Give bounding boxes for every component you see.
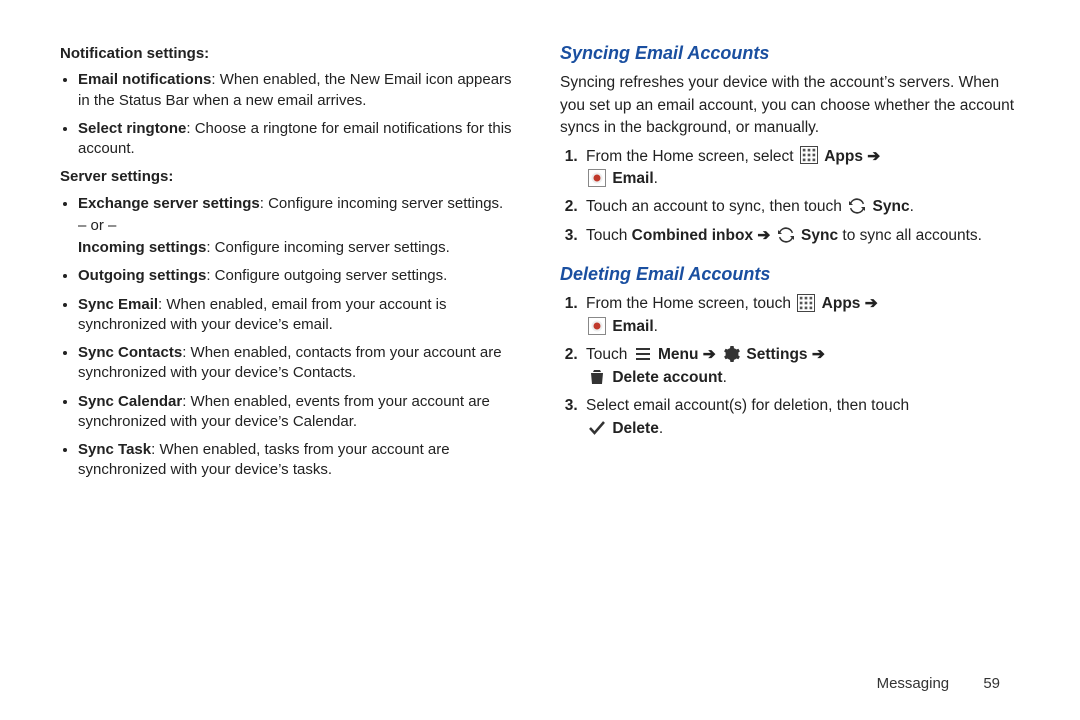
bullet-sync-contacts: Sync Contacts: When enabled, contacts fr… bbox=[78, 343, 520, 384]
page-content: Notification settings: Email notificatio… bbox=[0, 0, 1080, 680]
period: . bbox=[654, 318, 658, 335]
text: : Configure incoming server settings. bbox=[206, 239, 449, 256]
email-label: Email bbox=[612, 318, 653, 335]
del-step-1: From the Home screen, touch Apps ➔ Email… bbox=[582, 293, 1020, 338]
email-icon bbox=[588, 169, 606, 187]
delete-account-label: Delete account bbox=[612, 369, 722, 386]
bullet-sync-calendar: Sync Calendar: When enabled, events from… bbox=[78, 392, 520, 433]
syncing-steps: From the Home screen, select Apps ➔ Emai… bbox=[582, 146, 1020, 248]
period: . bbox=[654, 170, 658, 187]
email-label: Email bbox=[612, 170, 653, 187]
settings-icon bbox=[722, 345, 740, 363]
sync-step-1: From the Home screen, select Apps ➔ Emai… bbox=[582, 146, 1020, 191]
sync-label: Sync bbox=[801, 227, 838, 244]
server-bullets: Exchange server settings: Configure inco… bbox=[78, 194, 520, 481]
trash-icon bbox=[588, 368, 606, 386]
footer-section: Messaging bbox=[877, 675, 950, 692]
text: to sync all accounts. bbox=[838, 227, 982, 244]
text: : Configure incoming server settings. bbox=[260, 195, 503, 212]
sync-label: Sync bbox=[873, 198, 910, 215]
footer-page-number: 59 bbox=[983, 675, 1000, 692]
label: Outgoing settings bbox=[78, 267, 206, 284]
email-icon bbox=[588, 317, 606, 335]
menu-label: Menu bbox=[658, 346, 703, 363]
period: . bbox=[659, 420, 663, 437]
bullet-sync-task: Sync Task: When enabled, tasks from your… bbox=[78, 440, 520, 481]
bullet-email-notifications: Email notifications: When enabled, the N… bbox=[78, 70, 520, 111]
bullet-outgoing-settings: Outgoing settings: Configure outgoing se… bbox=[78, 266, 520, 286]
del-step-2: Touch Menu ➔ Settings ➔ Delete account. bbox=[582, 344, 1020, 389]
delete-label: Delete bbox=[612, 420, 659, 437]
text: From the Home screen, select bbox=[586, 148, 798, 165]
bullet-exchange-settings: Exchange server settings: Configure inco… bbox=[78, 194, 520, 259]
server-settings-heading: Server settings: bbox=[60, 167, 520, 187]
bullet-select-ringtone: Select ringtone: Choose a ringtone for e… bbox=[78, 119, 520, 160]
settings-label: Settings bbox=[746, 346, 811, 363]
arrow-icon: ➔ bbox=[865, 295, 878, 312]
text: Touch bbox=[586, 227, 632, 244]
sync-icon bbox=[848, 197, 866, 215]
text: From the Home screen, touch bbox=[586, 295, 795, 312]
label: Exchange server settings bbox=[78, 195, 260, 212]
sync-step-2: Touch an account to sync, then touch Syn… bbox=[582, 196, 1020, 218]
arrow-icon: ➔ bbox=[812, 346, 825, 363]
text: Touch an account to sync, then touch bbox=[586, 198, 846, 215]
label: Sync Task bbox=[78, 441, 151, 458]
notification-bullets: Email notifications: When enabled, the N… bbox=[78, 70, 520, 159]
deleting-steps: From the Home screen, touch Apps ➔ Email… bbox=[582, 293, 1020, 440]
bullet-sync-email: Sync Email: When enabled, email from you… bbox=[78, 295, 520, 336]
label: Select ringtone bbox=[78, 120, 186, 137]
arrow-icon: ➔ bbox=[867, 148, 880, 165]
label: Email notifications bbox=[78, 71, 211, 88]
combined-inbox-label: Combined inbox bbox=[632, 227, 758, 244]
page-footer: Messaging 59 bbox=[877, 675, 1000, 692]
sync-icon bbox=[777, 226, 795, 244]
check-icon bbox=[588, 419, 606, 437]
syncing-intro: Syncing refreshes your device with the a… bbox=[560, 72, 1020, 139]
or-divider: – or – bbox=[78, 216, 520, 236]
apps-icon bbox=[800, 146, 818, 164]
arrow-icon: ➔ bbox=[703, 346, 716, 363]
period: . bbox=[723, 369, 727, 386]
deleting-title: Deleting Email Accounts bbox=[560, 261, 1020, 287]
apps-label: Apps bbox=[824, 148, 867, 165]
text: : Configure outgoing server settings. bbox=[206, 267, 447, 284]
syncing-title: Syncing Email Accounts bbox=[560, 40, 1020, 66]
notification-settings-heading: Notification settings: bbox=[60, 44, 520, 64]
arrow-icon: ➔ bbox=[757, 227, 770, 244]
text: Select email account(s) for deletion, th… bbox=[586, 397, 909, 414]
label: Incoming settings bbox=[78, 239, 206, 256]
apps-icon bbox=[797, 294, 815, 312]
text: Touch bbox=[586, 346, 632, 363]
label: Sync Contacts bbox=[78, 344, 182, 361]
sync-step-3: Touch Combined inbox ➔ Sync to sync all … bbox=[582, 225, 1020, 247]
period: . bbox=[910, 198, 914, 215]
label: Sync Calendar bbox=[78, 393, 182, 410]
apps-label: Apps bbox=[822, 295, 865, 312]
label: Sync Email bbox=[78, 296, 158, 313]
menu-icon bbox=[634, 345, 652, 363]
right-column: Syncing Email Accounts Syncing refreshes… bbox=[560, 40, 1020, 660]
del-step-3: Select email account(s) for deletion, th… bbox=[582, 395, 1020, 440]
left-column: Notification settings: Email notificatio… bbox=[60, 40, 520, 660]
